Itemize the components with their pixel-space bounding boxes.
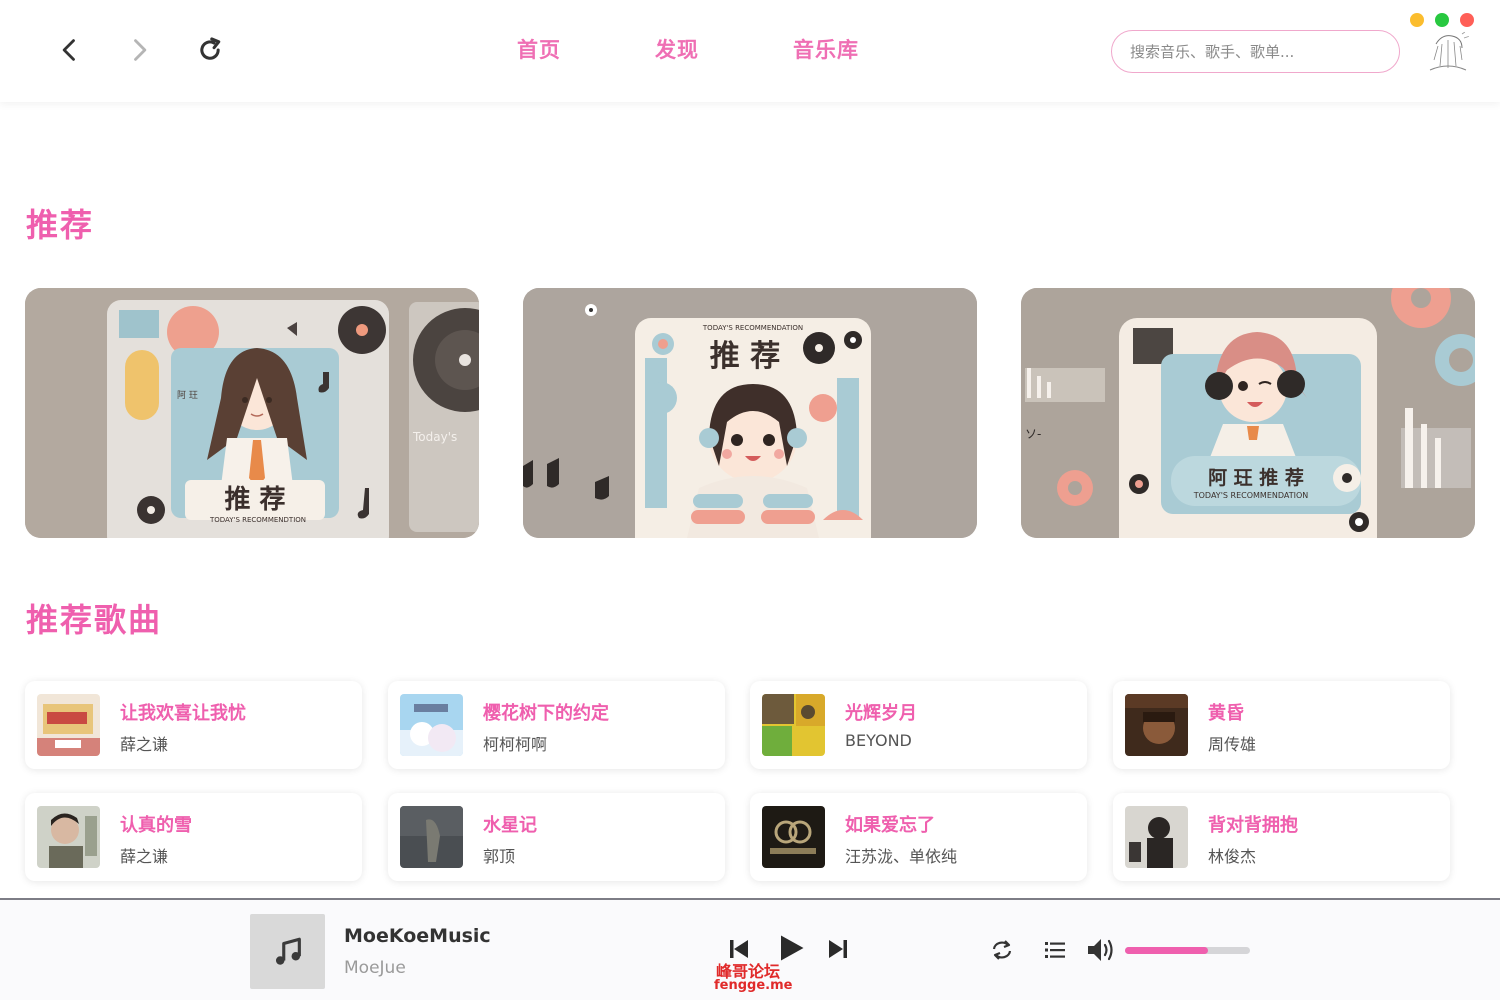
song-card[interactable]: 樱花树下的约定 柯柯柯啊 bbox=[388, 681, 725, 769]
player-song-artist: MoeJue bbox=[344, 958, 406, 978]
song-cover bbox=[762, 806, 825, 868]
banner-side-label: 阿 玨 bbox=[177, 390, 198, 401]
volume-button[interactable] bbox=[1086, 936, 1116, 964]
nav-library-link[interactable]: 音乐库 bbox=[793, 34, 859, 64]
player-cover[interactable] bbox=[250, 914, 325, 989]
banner-side-text: Today's bbox=[412, 430, 457, 444]
avatar[interactable] bbox=[1422, 26, 1474, 78]
nav-discover-link[interactable]: 发现 bbox=[655, 34, 699, 64]
song-title: 让我欢喜让我忧 bbox=[120, 703, 246, 724]
album-cover-image bbox=[37, 694, 100, 756]
song-card[interactable]: 水星记 郭顶 bbox=[388, 793, 725, 881]
album-cover-image bbox=[400, 694, 463, 756]
banner-subtitle: TODAY'S RECOMMENDATION bbox=[1193, 491, 1309, 500]
album-cover-image bbox=[762, 694, 825, 756]
banner-title: 阿 玨 推 荐 bbox=[1208, 466, 1304, 489]
window-close-button[interactable] bbox=[1460, 13, 1474, 27]
loop-button[interactable] bbox=[990, 938, 1014, 962]
banner-subtitle: TODAY'S RECOMMENDTION bbox=[209, 516, 306, 524]
recommend-songs-title: 推荐歌曲 bbox=[26, 601, 163, 639]
song-title: 认真的雪 bbox=[120, 815, 192, 836]
search-input[interactable] bbox=[1130, 42, 1381, 61]
song-artist: 汪苏泷、单依纯 bbox=[845, 847, 958, 866]
play-button[interactable] bbox=[776, 933, 806, 963]
song-artist: 郭顶 bbox=[483, 847, 516, 866]
search-box bbox=[1111, 30, 1400, 73]
app-window: 首页 发现 音乐库 推荐 bbox=[0, 0, 1500, 1000]
song-card[interactable]: 如果爱忘了 汪苏泷、单依纯 bbox=[750, 793, 1087, 881]
song-title: 背对背拥抱 bbox=[1208, 815, 1298, 836]
song-artist: 林俊杰 bbox=[1208, 847, 1257, 866]
album-cover-image bbox=[762, 806, 825, 868]
forward-button[interactable] bbox=[121, 32, 157, 68]
banner-title: 推 荐 bbox=[710, 339, 780, 374]
banner-side-text: ソ- bbox=[1025, 427, 1041, 441]
song-card[interactable]: 光辉岁月 BEYOND bbox=[750, 681, 1087, 769]
window-maximize-button[interactable] bbox=[1435, 13, 1449, 27]
window-minimize-button[interactable] bbox=[1410, 13, 1424, 27]
banner-illustration: 阿 玨 推 荐 TODAY'S RECOMMENDATION ソ- bbox=[1021, 288, 1475, 538]
recommend-banner[interactable]: 阿 玨 推 荐 TODAY'S RECOMMENDATION ソ- bbox=[1021, 288, 1475, 538]
song-artist: 周传雄 bbox=[1208, 735, 1257, 754]
volume-slider-fill bbox=[1125, 947, 1208, 954]
playlist-button[interactable] bbox=[1043, 938, 1067, 962]
song-artist: 薛之谦 bbox=[120, 847, 169, 866]
song-title: 如果爱忘了 bbox=[845, 815, 935, 836]
song-title: 水星记 bbox=[483, 815, 537, 836]
list-icon bbox=[1045, 942, 1065, 958]
song-cover bbox=[37, 694, 100, 756]
banner-title: 推 荐 bbox=[224, 485, 285, 515]
volume-slider[interactable] bbox=[1125, 947, 1250, 954]
banner-illustration: 推 荐 TODAY'S RECOMMENDTION 阿 玨 Today's bbox=[25, 288, 479, 538]
avatar-sketch-icon bbox=[1422, 26, 1474, 78]
song-card[interactable]: 让我欢喜让我忧 薛之谦 bbox=[25, 681, 362, 769]
recommend-banner[interactable]: TODAY'S RECOMMENDATION 推 荐 bbox=[523, 288, 977, 538]
song-cover bbox=[1125, 806, 1188, 868]
watermark-url: fengge.me bbox=[714, 978, 793, 993]
refresh-button[interactable] bbox=[192, 32, 228, 68]
song-artist: BEYOND bbox=[845, 731, 912, 750]
song-artist: 柯柯柯啊 bbox=[483, 735, 548, 754]
play-icon bbox=[781, 935, 804, 961]
player-bar: MoeKoeMusic MoeJue 峰哥论坛 fengge.me bbox=[0, 898, 1500, 1000]
album-cover-image bbox=[37, 806, 100, 868]
song-card[interactable]: 认真的雪 薛之谦 bbox=[25, 793, 362, 881]
song-title: 光辉岁月 bbox=[845, 703, 917, 724]
chevron-left-icon bbox=[62, 39, 75, 61]
back-button[interactable] bbox=[52, 32, 88, 68]
refresh-icon bbox=[200, 37, 221, 60]
song-cover bbox=[400, 806, 463, 868]
album-cover-image bbox=[1125, 694, 1188, 756]
banner-subtitle: TODAY'S RECOMMENDATION bbox=[702, 324, 803, 332]
top-header: 首页 发现 音乐库 bbox=[0, 0, 1500, 102]
player-song-title: MoeKoeMusic bbox=[344, 925, 491, 947]
song-cover bbox=[1125, 694, 1188, 756]
recommend-banner[interactable]: 推 荐 TODAY'S RECOMMENDTION 阿 玨 Today's bbox=[25, 288, 479, 538]
album-cover-image bbox=[400, 806, 463, 868]
next-button[interactable] bbox=[826, 937, 850, 961]
song-title: 黄昏 bbox=[1208, 703, 1244, 724]
song-card[interactable]: 黄昏 周传雄 bbox=[1113, 681, 1450, 769]
volume-icon bbox=[1088, 939, 1113, 961]
song-title: 樱花树下的约定 bbox=[483, 703, 609, 724]
song-artist: 薛之谦 bbox=[120, 735, 169, 754]
album-cover-image bbox=[1125, 806, 1188, 868]
recommend-section-title: 推荐 bbox=[26, 206, 95, 244]
skip-next-icon bbox=[829, 940, 847, 958]
song-cover bbox=[37, 806, 100, 868]
chevron-right-icon bbox=[134, 39, 147, 61]
music-note-icon bbox=[275, 937, 301, 965]
song-cover bbox=[762, 694, 825, 756]
banner-illustration: TODAY'S RECOMMENDATION 推 荐 bbox=[523, 288, 977, 538]
song-cover bbox=[400, 694, 463, 756]
song-card[interactable]: 背对背拥抱 林俊杰 bbox=[1113, 793, 1450, 881]
repeat-icon bbox=[992, 940, 1012, 960]
nav-home-link[interactable]: 首页 bbox=[517, 34, 561, 64]
